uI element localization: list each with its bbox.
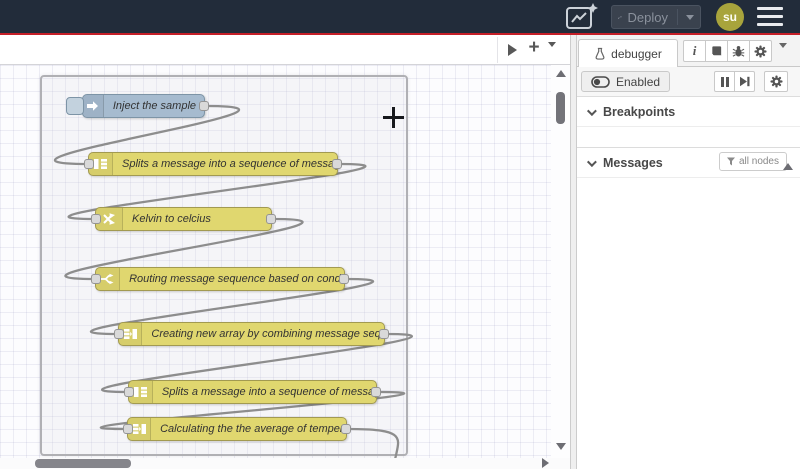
flow-node-inject[interactable]: Inject the sample data	[66, 94, 209, 118]
flask-icon	[595, 47, 605, 60]
crosshair-cursor	[383, 107, 404, 128]
tab-debugger[interactable]: debugger	[578, 39, 678, 67]
debugger-settings-button[interactable]	[764, 71, 788, 92]
flow-canvas[interactable]: Inject the sample data Splits a message …	[0, 65, 570, 458]
workspace-tab-bar: +	[0, 35, 570, 65]
flow-node-join-2[interactable]: Calculating the the average of temperatu…	[123, 417, 351, 441]
flow-node-split-1[interactable]: Splits a message into a sequence of mess…	[84, 152, 342, 176]
flow-chart-icon	[566, 2, 598, 29]
node-label: Kelvin to celcius	[132, 213, 211, 225]
canvas-scroll-down-button[interactable]	[556, 443, 566, 450]
pause-button[interactable]	[714, 71, 735, 92]
node-red-app: Deploy su + Inject the sample Splits a m…	[0, 0, 800, 469]
canvas-scroll-right-button[interactable]	[542, 458, 549, 468]
node-label: Splits a message into a sequence of mess…	[121, 158, 337, 170]
add-flow-button[interactable]: +	[524, 37, 544, 61]
chevron-down-icon	[548, 42, 556, 64]
main-menu-button[interactable]	[757, 7, 783, 26]
step-icon	[740, 76, 750, 87]
enabled-label: Enabled	[616, 74, 661, 89]
output-port[interactable]	[266, 214, 276, 224]
deploy-button[interactable]: Deploy	[611, 5, 701, 29]
node-label: Routing message sequence based on condit…	[129, 273, 344, 285]
section-title: Messages	[603, 156, 663, 170]
tab-label: debugger	[611, 46, 662, 61]
node-label: Creating new array by combining message …	[151, 328, 384, 340]
debugger-enabled-toggle[interactable]: Enabled	[581, 71, 671, 92]
help-tab-button[interactable]	[705, 40, 728, 62]
canvas-vertical-scrollbar-thumb[interactable]	[556, 92, 565, 124]
inject-arrow-icon	[83, 95, 104, 117]
canvas-scroll-up-button[interactable]	[556, 70, 566, 77]
gear-icon	[754, 44, 767, 58]
filter-funnel-icon	[726, 157, 735, 166]
debug-tab-button[interactable]	[727, 40, 750, 62]
tab-scroll-right-button[interactable]	[508, 44, 517, 56]
flow-node-join-1[interactable]: Creating new array by combining message …	[114, 322, 389, 346]
output-port[interactable]	[379, 329, 389, 339]
output-port[interactable]	[341, 424, 351, 434]
output-port[interactable]	[332, 159, 342, 169]
flow-node-change[interactable]: Kelvin to celcius	[91, 207, 276, 231]
chevron-down-icon	[779, 43, 787, 65]
info-tab-button[interactable]: i	[683, 40, 706, 62]
flow-node-switch[interactable]: Routing message sequence based on condit…	[91, 267, 349, 291]
bug-icon	[732, 45, 745, 57]
input-port[interactable]	[114, 329, 124, 339]
pause-icon	[720, 76, 729, 87]
output-port[interactable]	[199, 101, 209, 111]
section-title: Breakpoints	[603, 105, 676, 119]
output-port[interactable]	[339, 274, 349, 284]
flow-list-button[interactable]	[548, 42, 556, 65]
book-icon	[711, 45, 722, 56]
input-port[interactable]	[84, 159, 94, 169]
wire[interactable]	[347, 427, 400, 458]
filter-label: all nodes	[738, 156, 779, 167]
inject-trigger-button[interactable]	[66, 97, 84, 115]
config-tab-button[interactable]	[749, 40, 772, 62]
sidebar-scroll-up-button[interactable]	[783, 163, 793, 170]
flow-export-button[interactable]	[564, 2, 600, 30]
input-port[interactable]	[123, 424, 133, 434]
debugger-toolbar: Enabled	[577, 67, 800, 97]
deploy-options-button[interactable]	[677, 9, 694, 25]
gear-icon	[769, 75, 783, 88]
step-button[interactable]	[734, 71, 755, 92]
node-label: Inject the sample data	[112, 100, 204, 112]
breakpoints-list	[577, 126, 800, 148]
sidebar-tab-bar: debugger i	[577, 35, 800, 67]
debugger-panel: Breakpoints Messages all nodes	[577, 97, 800, 468]
info-icon: i	[692, 43, 697, 58]
messages-list	[577, 177, 800, 203]
sidebar-splitter[interactable]	[570, 35, 577, 469]
deploy-label: Deploy	[627, 9, 668, 25]
sidebar-tab-buttons: i	[683, 40, 772, 62]
hamburger-icon	[757, 7, 783, 10]
chevron-down-icon	[586, 156, 597, 167]
sidebar: debugger i Enabled Breakpoints Messages …	[577, 35, 800, 469]
toggle-icon	[591, 75, 610, 88]
debugger-play-controls	[714, 71, 755, 92]
header-bar: Deploy su	[0, 0, 800, 33]
output-port[interactable]	[371, 387, 381, 397]
flow-node-split-2[interactable]: Splits a message into a sequence of mess…	[124, 380, 381, 404]
deploy-icon	[618, 15, 622, 19]
chevron-down-icon	[586, 105, 597, 116]
section-breakpoints-header[interactable]: Breakpoints	[577, 97, 800, 126]
canvas-horizontal-scrollbar-thumb[interactable]	[35, 459, 131, 468]
chevron-down-icon	[686, 14, 694, 20]
node-label: Calculating the the average of temperatu…	[160, 423, 346, 435]
tabbar-divider	[497, 37, 498, 63]
node-label: Splits a message into a sequence of mess…	[161, 386, 376, 398]
input-port[interactable]	[91, 214, 101, 224]
message-filter-button[interactable]: all nodes	[718, 152, 787, 171]
sidebar-options-button[interactable]	[779, 43, 787, 66]
input-port[interactable]	[91, 274, 101, 284]
section-messages-header[interactable]: Messages all nodes	[577, 148, 800, 177]
input-port[interactable]	[124, 387, 134, 397]
canvas-horizontal-scrollbar	[0, 458, 570, 469]
user-avatar[interactable]: su	[716, 3, 744, 31]
